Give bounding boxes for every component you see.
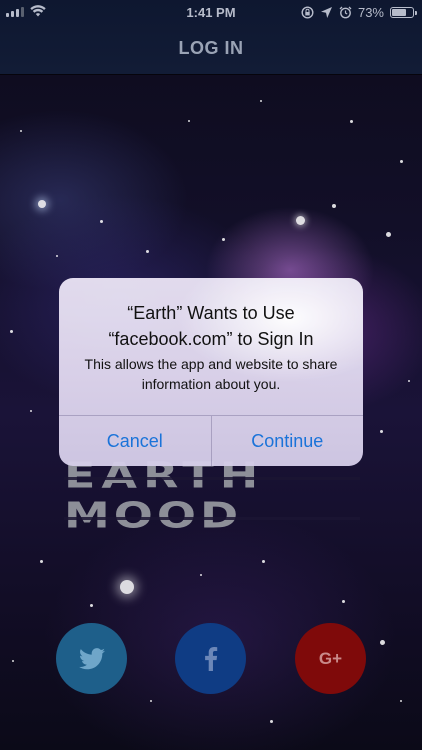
alert-message: This allows the app and website to share… [84,356,338,392]
facebook-icon [204,646,217,671]
navigation-header: 1:41 PM 73% LOG IN [0,0,422,74]
cancel-button[interactable]: Cancel [59,416,211,466]
facebook-login-button[interactable] [175,623,246,694]
screen-lock-icon [301,6,314,19]
alert-title: “Earth” Wants to Use “facebook.com” to S… [108,303,314,349]
alarm-icon [339,6,352,19]
google-plus-login-button[interactable]: G+ [295,623,366,694]
logo-line-2: MOOD [64,494,243,537]
location-arrow-icon [320,7,332,18]
login-screen: 1:41 PM 73% LOG IN EARTH MOOD “Earth” Wa… [0,0,422,750]
status-bar: 1:41 PM 73% [0,0,422,26]
battery-icon [390,7,417,18]
alert-actions: Cancel Continue [59,415,363,466]
twitter-icon [78,647,105,669]
twitter-login-button[interactable] [56,623,127,694]
page-title: LOG IN [178,38,244,58]
battery-percent: 73% [357,5,384,20]
continue-button[interactable]: Continue [210,416,364,466]
app-logo: EARTH MOOD [64,457,360,537]
google-plus-icon: G+ [318,648,343,668]
sign-in-permission-alert: “Earth” Wants to Use “facebook.com” to S… [59,278,363,466]
